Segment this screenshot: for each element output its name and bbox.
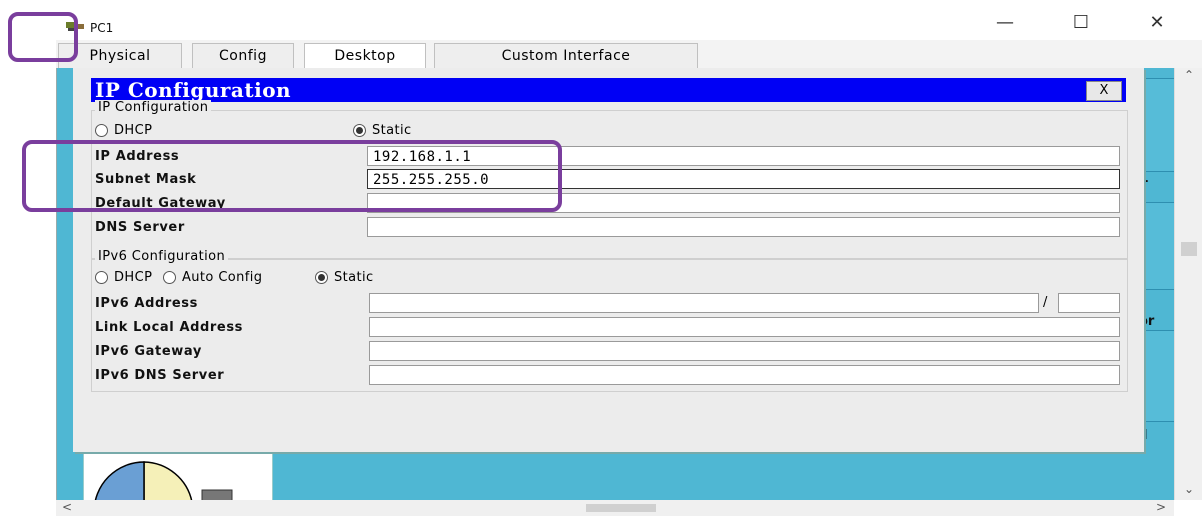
- scroll-up-icon[interactable]: ⌃: [1184, 68, 1194, 82]
- scroll-right-icon[interactable]: >: [1156, 500, 1166, 514]
- radio-checked-icon: [315, 271, 328, 284]
- link-local-address-label: Link Local Address: [95, 320, 244, 335]
- horizontal-scroll-thumb[interactable]: [586, 504, 656, 512]
- ipv6-static-label: Static: [334, 270, 374, 285]
- vertical-scrollbar[interactable]: ⌃ ⌄: [1174, 68, 1202, 500]
- ipv6-auto-config-label: Auto Config: [182, 270, 263, 285]
- ipv6-dns-server-input[interactable]: [369, 365, 1120, 385]
- maximize-button[interactable]: ☐: [1059, 8, 1103, 36]
- subnet-mask-label: Subnet Mask: [95, 172, 197, 187]
- ipv4-dhcp-label: DHCP: [114, 123, 153, 138]
- window-titlebar: PC1 — ☐ ✕: [0, 0, 1202, 38]
- subnet-mask-input[interactable]: 255.255.255.0: [367, 169, 1120, 189]
- pc-app-icon: [66, 22, 84, 31]
- dialog-title: IP Configuration: [95, 78, 292, 102]
- tab-config[interactable]: Config: [192, 43, 294, 68]
- default-gateway-input[interactable]: [367, 193, 1120, 213]
- scroll-left-icon[interactable]: <: [62, 500, 72, 514]
- ip-configuration-dialog: IP Configuration X IP Configuration DHCP…: [73, 68, 1144, 452]
- vertical-scroll-thumb[interactable]: [1181, 242, 1197, 256]
- dialog-titlebar: IP Configuration X: [91, 78, 1126, 102]
- link-local-address-input[interactable]: [369, 317, 1120, 337]
- ipv6-auto-config-radio[interactable]: Auto Config: [163, 270, 262, 285]
- ip-address-label: IP Address: [95, 149, 180, 164]
- tab-physical[interactable]: Physical: [58, 43, 182, 68]
- ipv4-group-label: IP Configuration: [95, 100, 212, 115]
- tab-bar: Physical Config Desktop Custom Interface: [56, 40, 1202, 69]
- window-left-border: [36, 40, 39, 516]
- prefix-separator: /: [1043, 295, 1048, 310]
- ipv6-address-input[interactable]: [369, 293, 1039, 313]
- radio-unchecked-icon: [95, 271, 108, 284]
- ipv6-dhcp-radio[interactable]: DHCP: [95, 270, 152, 285]
- ip-address-input[interactable]: 192.168.1.1: [367, 146, 1120, 166]
- default-gateway-label: Default Gateway: [95, 196, 226, 211]
- ipv6-gateway-input[interactable]: [369, 341, 1120, 361]
- close-window-button[interactable]: ✕: [1135, 8, 1179, 36]
- radio-unchecked-icon: [95, 124, 108, 137]
- window-title: PC1: [90, 21, 114, 35]
- ipv6-address-label: IPv6 Address: [95, 296, 198, 311]
- ipv6-prefix-input[interactable]: [1058, 293, 1120, 313]
- dialog-close-button[interactable]: X: [1086, 81, 1122, 101]
- ipv4-dhcp-radio[interactable]: DHCP: [95, 123, 152, 138]
- radio-checked-icon: [353, 124, 366, 137]
- dns-server-label: DNS Server: [95, 220, 185, 235]
- tab-custom-interface[interactable]: Custom Interface: [434, 43, 698, 68]
- horizontal-scrollbar[interactable]: < >: [56, 500, 1174, 516]
- scroll-down-icon[interactable]: ⌄: [1184, 482, 1194, 496]
- ipv6-static-radio[interactable]: Static: [315, 270, 374, 285]
- dns-server-input[interactable]: [367, 217, 1120, 237]
- ipv4-static-radio[interactable]: Static: [353, 123, 412, 138]
- radio-unchecked-icon: [163, 271, 176, 284]
- ipv6-dhcp-label: DHCP: [114, 270, 153, 285]
- ipv4-static-label: Static: [372, 123, 412, 138]
- tab-desktop[interactable]: Desktop: [304, 43, 426, 69]
- ipv6-gateway-label: IPv6 Gateway: [95, 344, 202, 359]
- minimize-button[interactable]: —: [983, 8, 1027, 36]
- ipv6-dns-server-label: IPv6 DNS Server: [95, 368, 225, 383]
- ipv6-group-label: IPv6 Configuration: [95, 249, 229, 264]
